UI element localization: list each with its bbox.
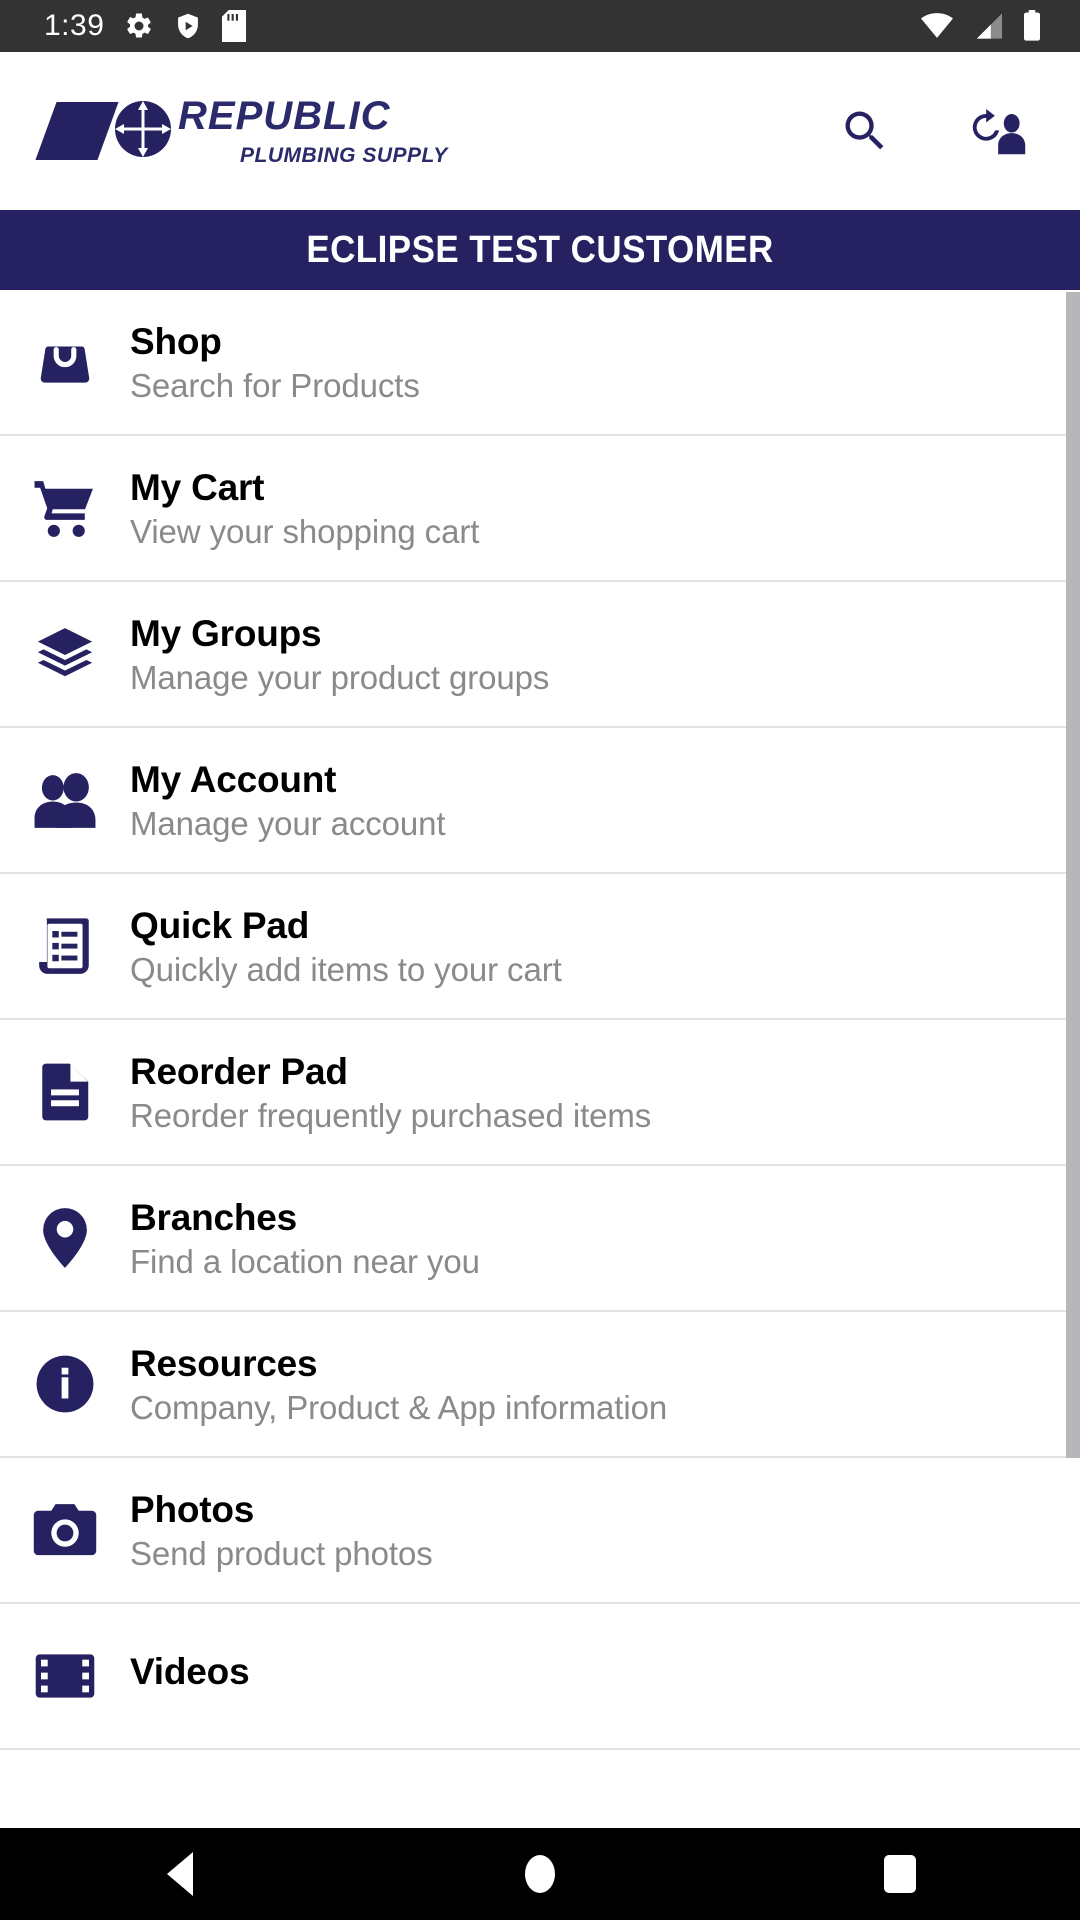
camera-icon <box>0 1502 130 1558</box>
status-bar: 1:39 <box>0 0 1080 52</box>
shopping-bag-icon <box>0 331 130 393</box>
customer-banner[interactable]: ECLIPSE TEST CUSTOMER <box>0 210 1080 290</box>
receipt-list-icon <box>0 915 130 977</box>
menu-item-subtitle: Reorder frequently purchased items <box>130 1096 652 1134</box>
menu-item-subtitle: Manage your product groups <box>130 658 550 696</box>
menu-item-title: Shop <box>130 320 222 362</box>
shopping-cart-icon <box>0 477 130 539</box>
menu-item-subtitle: Send product photos <box>130 1534 433 1572</box>
menu-item-text: My Account Manage your account <box>130 758 446 842</box>
search-icon[interactable] <box>834 100 896 162</box>
menu-item-title: Photos <box>130 1488 255 1530</box>
menu-item-title: Resources <box>130 1342 318 1384</box>
status-bar-left: 1:39 <box>0 9 247 42</box>
menu-item-quick-pad[interactable]: Quick Pad Quickly add items to your cart <box>0 874 1080 1020</box>
menu-item-branches[interactable]: Branches Find a location near you <box>0 1166 1080 1312</box>
menu-item-title: Branches <box>130 1196 298 1238</box>
layers-icon <box>0 623 130 685</box>
video-film-icon <box>0 1652 130 1700</box>
menu-item-text: Reorder Pad Reorder frequently purchased… <box>130 1053 651 1132</box>
menu-item-title: Quick Pad <box>130 904 310 946</box>
menu-item-subtitle: Company, Product & App information <box>130 1388 668 1426</box>
menu-item-photos[interactable]: Photos Send product photos <box>0 1458 1080 1604</box>
battery-icon <box>1022 10 1042 42</box>
map-pin-icon <box>0 1206 130 1270</box>
customer-name-label: ECLIPSE TEST CUSTOMER <box>306 228 774 271</box>
menu-item-my-cart[interactable]: My Cart View your shopping cart <box>0 436 1080 582</box>
menu-item-text: Shop Search for Products <box>130 323 420 402</box>
menu-item-resources[interactable]: Resources Company, Product & App informa… <box>0 1312 1080 1458</box>
menu-item-title: My Account <box>130 758 337 800</box>
menu-item-title: My Cart <box>130 466 265 508</box>
switch-user-icon[interactable] <box>966 100 1028 162</box>
people-icon <box>0 771 130 829</box>
menu-item-reorder-pad[interactable]: Reorder Pad Reorder frequently purchased… <box>0 1020 1080 1166</box>
logo-mark-icon <box>35 92 176 170</box>
sd-card-icon <box>222 10 247 42</box>
home-button[interactable] <box>480 1828 600 1920</box>
menu-item-text: Photos Send product photos <box>130 1491 433 1570</box>
document-icon <box>0 1061 130 1123</box>
recents-button[interactable] <box>840 1828 960 1920</box>
menu-item-subtitle: Search for Products <box>130 366 420 404</box>
logo-parallelogram-shape <box>35 102 119 160</box>
menu-item-text: Branches Find a location near you <box>130 1199 480 1278</box>
menu-item-subtitle: Quickly add items to your cart <box>130 950 562 988</box>
main-menu-list[interactable]: Shop Search for Products My Cart View yo… <box>0 290 1080 1828</box>
app-header: REPUBLIC PLUMBING SUPPLY <box>0 52 1080 210</box>
menu-item-text: My Cart View your shopping cart <box>130 469 479 548</box>
logo-wordmark: REPUBLIC PLUMBING SUPPLY <box>178 96 448 166</box>
menu-item-shop[interactable]: Shop Search for Products <box>0 290 1080 436</box>
system-navigation-bar <box>0 1828 1080 1920</box>
logo-tagline: PLUMBING SUPPLY <box>240 144 448 167</box>
menu-item-title: My Groups <box>130 612 322 654</box>
cellular-signal-icon <box>972 12 1004 40</box>
recents-square-icon <box>884 1855 916 1893</box>
home-circle-icon <box>525 1855 555 1893</box>
list-scrollbar-thumb[interactable] <box>1066 292 1080 1458</box>
menu-item-text: My Groups Manage your product groups <box>130 615 549 694</box>
brand-logo[interactable]: REPUBLIC PLUMBING SUPPLY <box>0 92 448 170</box>
back-button[interactable] <box>120 1828 240 1920</box>
wifi-icon <box>920 12 954 40</box>
menu-item-subtitle: Manage your account <box>130 804 446 842</box>
menu-item-title: Reorder Pad <box>130 1050 348 1092</box>
status-bar-right <box>920 10 1080 42</box>
menu-item-text: Videos <box>130 1651 250 1699</box>
settings-gear-icon <box>124 11 154 41</box>
status-bar-clock: 1:39 <box>44 9 105 42</box>
menu-item-my-account[interactable]: My Account Manage your account <box>0 728 1080 874</box>
menu-item-text: Resources Company, Product & App informa… <box>130 1345 667 1424</box>
menu-item-text: Quick Pad Quickly add items to your cart <box>130 907 562 986</box>
header-actions <box>834 100 1080 162</box>
menu-item-videos[interactable]: Videos <box>0 1604 1080 1750</box>
menu-item-subtitle: Find a location near you <box>130 1242 480 1280</box>
info-circle-icon <box>0 1353 130 1415</box>
menu-item-subtitle: View your shopping cart <box>130 512 480 550</box>
menu-item-my-groups[interactable]: My Groups Manage your product groups <box>0 582 1080 728</box>
play-protect-shield-icon <box>174 11 202 41</box>
menu-item-title: Videos <box>130 1651 250 1692</box>
logo-company-name: REPUBLIC <box>178 94 391 138</box>
logo-crosshair-globe-icon <box>112 98 174 165</box>
back-triangle-icon <box>167 1852 193 1896</box>
